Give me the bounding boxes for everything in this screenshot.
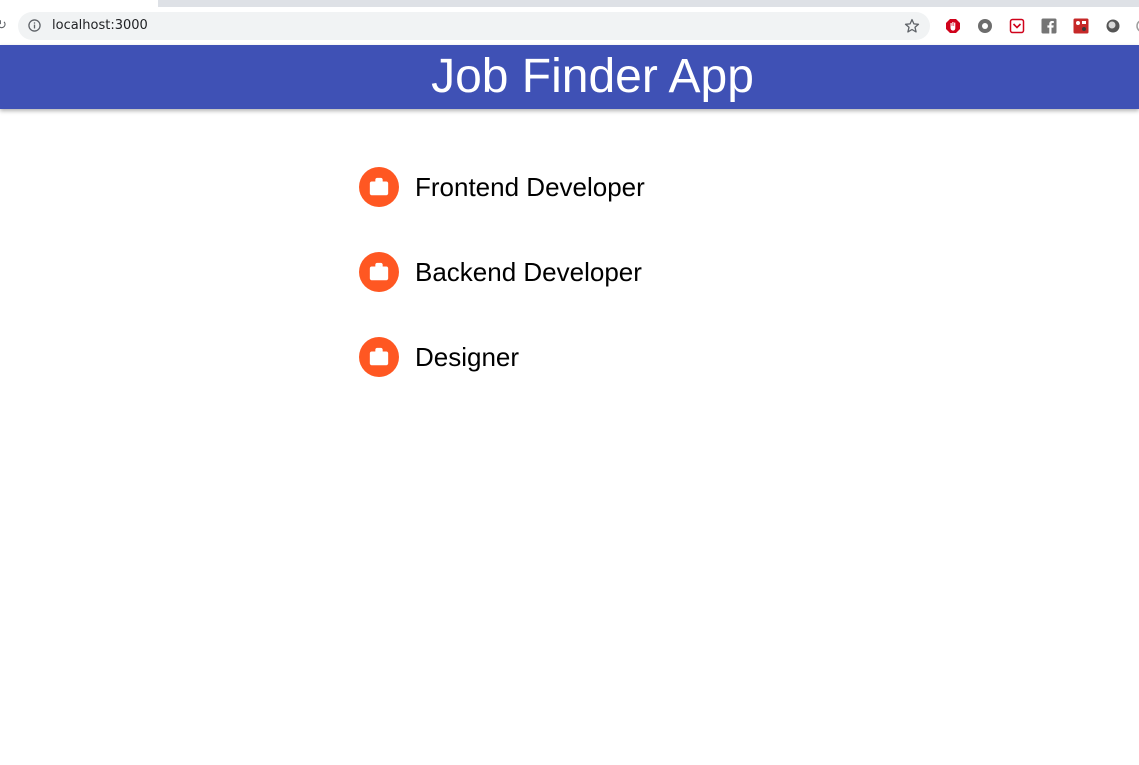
browser-toolbar: ↻ localhost:3000: [0, 7, 1139, 45]
info-icon[interactable]: [28, 19, 41, 32]
job-list: Frontend Developer Backend Developer Des…: [359, 144, 645, 422]
app-bar: Job Finder App: [0, 45, 1139, 109]
tab-strip-edge: [158, 0, 1139, 7]
job-title: Designer: [415, 341, 520, 372]
job-avatar: [359, 337, 399, 377]
menu-extension-icon[interactable]: [1135, 18, 1139, 34]
list-item[interactable]: Frontend Developer: [359, 167, 645, 207]
facebook-extension-icon[interactable]: [1041, 18, 1057, 34]
briefcase-icon: [369, 347, 389, 366]
url-text[interactable]: localhost:3000: [52, 18, 148, 34]
bookmark-star-icon[interactable]: [904, 18, 920, 34]
briefcase-icon: [369, 262, 389, 281]
record-extension-icon[interactable]: [1105, 18, 1121, 34]
briefcase-icon: [369, 177, 389, 196]
job-avatar: [359, 167, 399, 207]
list-item[interactable]: Backend Developer: [359, 252, 645, 292]
toolbox-extension-icon[interactable]: [1073, 18, 1089, 34]
privacy-extension-icon[interactable]: [977, 18, 993, 34]
reload-icon[interactable]: ↻: [0, 18, 7, 32]
adblock-extension-icon[interactable]: [945, 18, 961, 34]
job-avatar: [359, 252, 399, 292]
address-bar[interactable]: localhost:3000: [18, 12, 930, 40]
job-title: Backend Developer: [415, 256, 642, 287]
pocket-extension-icon[interactable]: [1009, 18, 1025, 34]
app-title: Job Finder App: [431, 50, 754, 103]
list-item[interactable]: Designer: [359, 337, 645, 377]
job-title: Frontend Developer: [415, 171, 645, 202]
